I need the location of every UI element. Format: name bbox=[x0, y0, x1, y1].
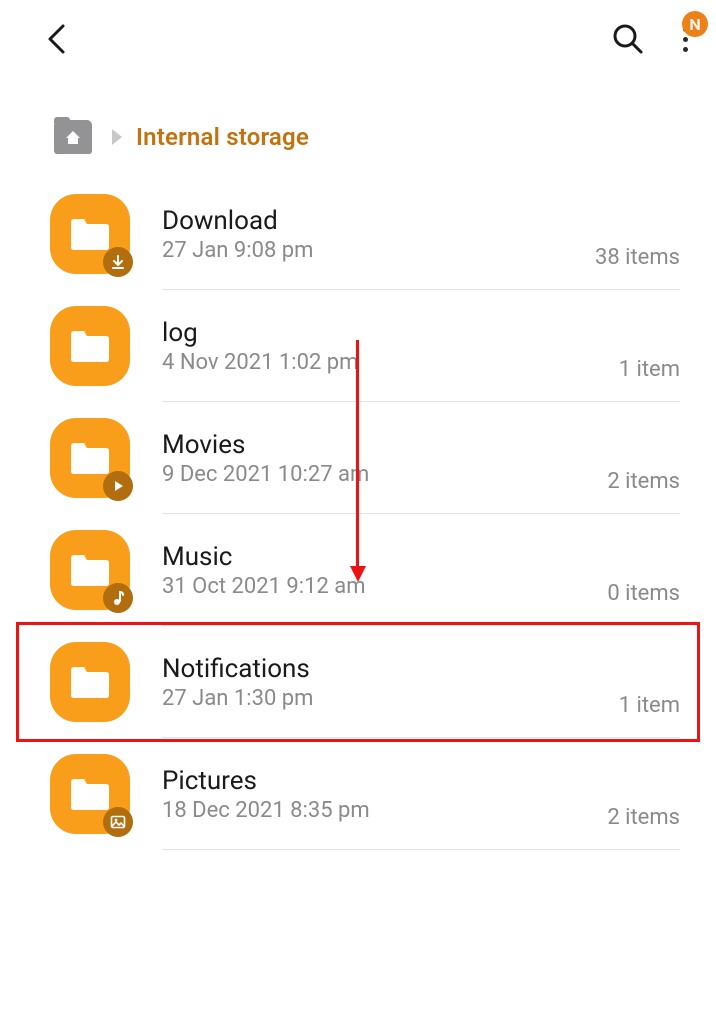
folder-icon bbox=[50, 306, 130, 386]
search-icon bbox=[611, 22, 645, 56]
folder-text: Notifications27 Jan 1:30 pm bbox=[162, 654, 619, 711]
folder-item[interactable]: Notifications27 Jan 1:30 pm1 item bbox=[0, 626, 716, 738]
folder-date: 4 Nov 2021 1:02 pm bbox=[162, 350, 619, 375]
breadcrumb: Internal storage bbox=[0, 78, 716, 178]
folder-date: 27 Jan 9:08 pm bbox=[162, 238, 595, 263]
folder-text: Pictures18 Dec 2021 8:35 pm bbox=[162, 766, 607, 823]
folder-item[interactable]: log4 Nov 2021 1:02 pm1 item bbox=[0, 290, 716, 402]
folder-text: Download27 Jan 9:08 pm bbox=[162, 206, 595, 263]
back-button[interactable] bbox=[40, 23, 72, 55]
music-badge-icon bbox=[103, 583, 133, 613]
folder-item[interactable]: Download27 Jan 9:08 pm38 items bbox=[0, 178, 716, 290]
folder-item[interactable]: Movies9 Dec 2021 10:27 am2 items bbox=[0, 402, 716, 514]
download-badge-icon bbox=[103, 247, 133, 277]
folder-item[interactable]: Pictures18 Dec 2021 8:35 pm2 items bbox=[0, 738, 716, 850]
folder-icon bbox=[50, 754, 130, 834]
notification-badge: N bbox=[682, 11, 708, 37]
folder-name: Movies bbox=[162, 430, 607, 460]
folder-date: 27 Jan 1:30 pm bbox=[162, 686, 619, 711]
breadcrumb-current[interactable]: Internal storage bbox=[136, 123, 309, 151]
more-options-button[interactable]: N bbox=[674, 21, 696, 57]
folder-item[interactable]: Music31 Oct 2021 9:12 am0 items bbox=[0, 514, 716, 626]
image-badge-icon bbox=[103, 807, 133, 837]
folder-text: log4 Nov 2021 1:02 pm bbox=[162, 318, 619, 375]
search-button[interactable] bbox=[610, 21, 646, 57]
folder-date: 9 Dec 2021 10:27 am bbox=[162, 462, 607, 487]
folder-icon bbox=[50, 194, 130, 274]
folder-icon bbox=[50, 530, 130, 610]
folder-item-count: 2 items bbox=[607, 805, 680, 830]
folder-name: Notifications bbox=[162, 654, 619, 684]
home-folder-icon[interactable] bbox=[54, 120, 92, 154]
chevron-left-icon bbox=[45, 22, 67, 56]
folder-name: log bbox=[162, 318, 619, 348]
folder-item-count: 0 items bbox=[607, 581, 680, 606]
folder-list: Download27 Jan 9:08 pm38 itemslog4 Nov 2… bbox=[0, 178, 716, 850]
chevron-right-icon bbox=[112, 129, 122, 145]
folder-icon bbox=[50, 642, 130, 722]
header: N bbox=[0, 0, 716, 78]
folder-icon bbox=[50, 418, 130, 498]
folder-name: Download bbox=[162, 206, 595, 236]
folder-text: Movies9 Dec 2021 10:27 am bbox=[162, 430, 607, 487]
folder-date: 18 Dec 2021 8:35 pm bbox=[162, 798, 607, 823]
folder-text: Music31 Oct 2021 9:12 am bbox=[162, 542, 607, 599]
play-badge-icon bbox=[103, 471, 133, 501]
folder-item-count: 38 items bbox=[595, 245, 680, 270]
folder-item-count: 1 item bbox=[619, 357, 680, 382]
folder-item-count: 1 item bbox=[619, 693, 680, 718]
folder-item-count: 2 items bbox=[607, 469, 680, 494]
folder-date: 31 Oct 2021 9:12 am bbox=[162, 574, 607, 599]
folder-name: Pictures bbox=[162, 766, 607, 796]
folder-name: Music bbox=[162, 542, 607, 572]
